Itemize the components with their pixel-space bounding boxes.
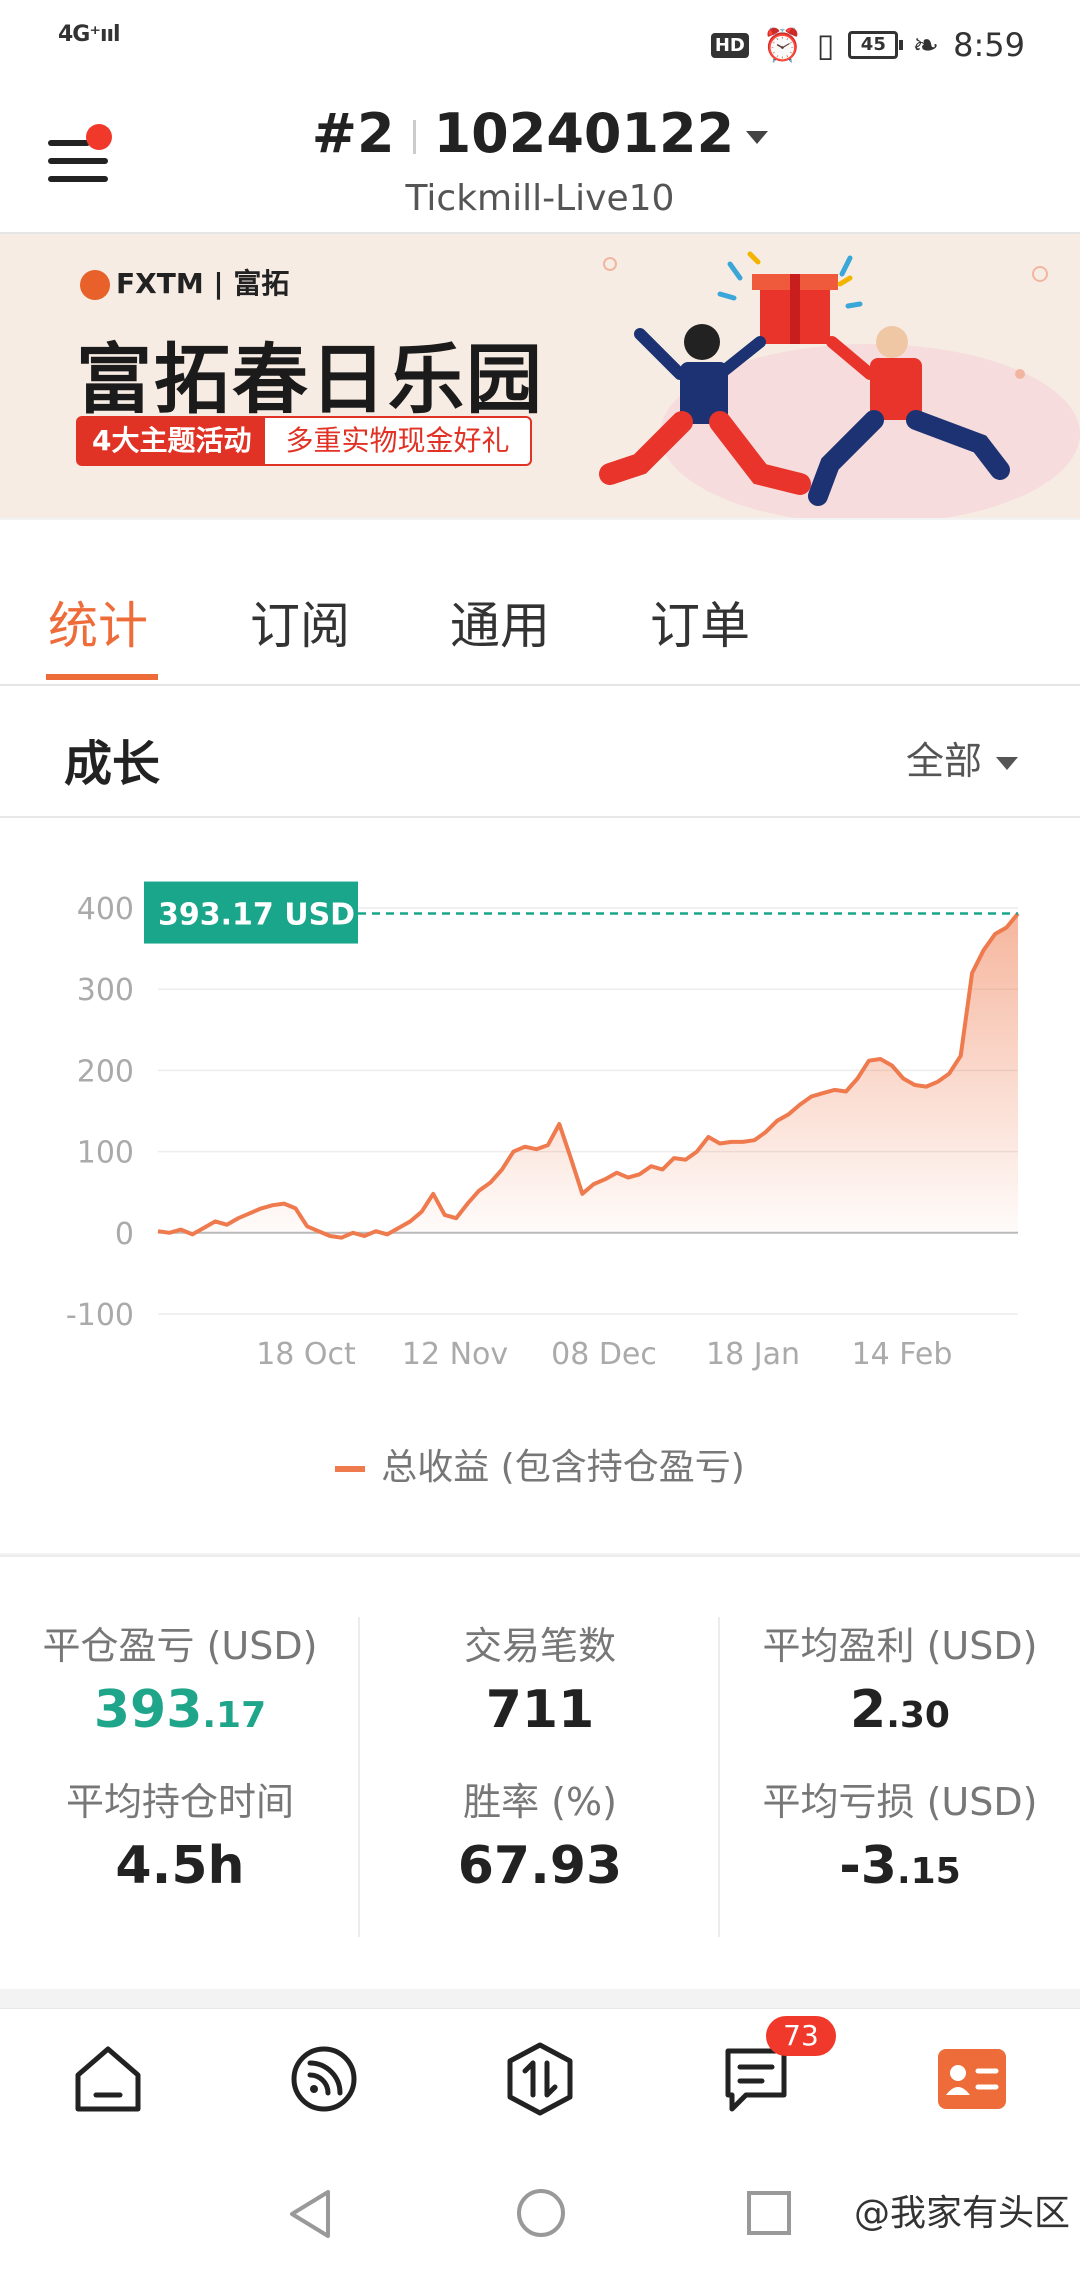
stat-label: 平均持仓时间 <box>65 1780 294 1824</box>
active-tab-indicator <box>46 674 158 680</box>
banner-tag-left: 4大主题活动 <box>78 418 266 464</box>
range-value: 全部 <box>905 739 982 783</box>
trade-icon[interactable] <box>500 2039 580 2119</box>
brand-logo: FXTM | 富拓 <box>80 262 289 302</box>
stat-value: 67.93 <box>457 1836 623 1896</box>
tab-bar: 统计 订阅 通用 订单 <box>0 520 1080 686</box>
stats-panel: 平仓盈亏 (USD) 393.17 交易笔数 711 平均盈利 (USD) 2.… <box>0 1555 1080 1989</box>
x-axis: 18 Oct 12 Nov 08 Dec 18 Jan 14 Feb <box>256 1337 952 1372</box>
y-tick-label: 200 <box>77 1054 134 1089</box>
clock: 8:59 <box>953 26 1025 64</box>
banner-illustration <box>599 251 1080 518</box>
x-tick-label: 12 Nov <box>402 1337 508 1372</box>
stat-value: 711 <box>485 1680 595 1740</box>
promo-banner[interactable]: FXTM | 富拓 富拓春日乐园 4大主题活动 多重实物现金好礼 <box>0 234 1080 518</box>
alarm-icon: ⏰ <box>762 26 803 64</box>
stat-win-rate: 胜率 (%) 67.93 <box>360 1771 720 1896</box>
tab-subscribe[interactable]: 订阅 <box>250 586 350 658</box>
range-dropdown[interactable]: 全部 <box>906 730 1018 785</box>
stat-label: 胜率 (%) <box>463 1780 617 1824</box>
status-bar: 4G⁺ııl HD ⏰ ▯ 45 ❧ 8:59 <box>0 0 1080 90</box>
stat-avg-loss: 平均亏损 (USD) -3.15 <box>720 1771 1080 1896</box>
section-title: 成长 <box>64 736 161 792</box>
bottom-navigation <box>0 2008 1080 2149</box>
stat-value: 2.30 <box>850 1680 950 1740</box>
account-id: #2 <box>311 102 395 165</box>
stat-trade-count: 交易笔数 711 <box>360 1615 720 1740</box>
battery-icon: 45 <box>848 31 904 59</box>
stat-label: 平均盈利 (USD) <box>762 1624 1038 1668</box>
brand-text: FXTM | 富拓 <box>116 267 290 300</box>
stat-label: 交易笔数 <box>463 1624 616 1668</box>
chart-canvas: 400 300 200 100 0 -100 18 Oct 12 Nov 08 Dec 18 J… <box>66 881 1020 1372</box>
hd-icon: HD <box>710 32 749 58</box>
stat-closed-pnl: 平仓盈亏 (USD) 393.17 <box>0 1615 360 1740</box>
account-number: 10240122 <box>433 102 735 165</box>
banner-tagline: 4大主题活动 多重实物现金好礼 <box>76 416 532 466</box>
watermark: @我家有头区 <box>853 2193 1070 2234</box>
chevron-down-icon <box>746 130 769 144</box>
home-icon[interactable] <box>68 2039 148 2119</box>
y-tick-label: 300 <box>77 973 134 1008</box>
app-header: #2 10240122 Tickmill-Live10 <box>0 90 1080 234</box>
y-tick-label: 0 <box>115 1217 134 1252</box>
y-tick-label: 400 <box>77 892 134 927</box>
x-tick-label: 18 Oct <box>256 1337 356 1372</box>
leaf-icon: ❧ <box>912 26 940 64</box>
current-value-label: 393.17 USD <box>158 898 355 933</box>
y-axis: 400 300 200 100 0 -100 <box>66 892 134 1333</box>
growth-header: 成长 全部 <box>0 686 1080 818</box>
chevron-down-icon <box>996 757 1018 770</box>
unread-badge: 73 <box>766 2016 836 2056</box>
x-tick-label: 18 Jan <box>706 1337 800 1372</box>
back-icon[interactable] <box>284 2186 334 2242</box>
vibrate-icon: ▯ <box>816 26 835 64</box>
home-circle-icon[interactable] <box>514 2186 568 2240</box>
chart-legend[interactable]: 总收益 (包含持仓盈亏) <box>0 1438 1080 1490</box>
status-icons: HD ⏰ ▯ 45 ❧ 8:59 <box>710 22 1025 68</box>
stat-avg-profit: 平均盈利 (USD) 2.30 <box>720 1615 1080 1740</box>
stat-label: 平均亏损 (USD) <box>762 1780 1038 1824</box>
banner-title: 富拓春日乐园 <box>76 335 544 424</box>
stat-value: -3.15 <box>839 1836 961 1896</box>
stat-value: 393.17 <box>93 1680 267 1740</box>
fxtm-logo-icon <box>80 270 110 300</box>
stat-avg-hold-time: 平均持仓时间 4.5h <box>0 1771 360 1896</box>
y-tick-label: 100 <box>77 1136 134 1171</box>
banner-tag-right: 多重实物现金好礼 <box>285 424 510 457</box>
y-tick-label: -100 <box>66 1298 134 1333</box>
growth-chart: 400 300 200 100 0 -100 18 Oct 12 Nov 08 Dec 18 J… <box>0 818 1080 1553</box>
tab-orders[interactable]: 订单 <box>650 586 750 658</box>
server-name: Tickmill-Live10 <box>405 178 675 219</box>
stat-label: 平仓盈亏 (USD) <box>42 1624 318 1668</box>
profile-card-icon[interactable] <box>932 2039 1012 2119</box>
stat-value: 4.5h <box>115 1836 245 1896</box>
legend-swatch <box>335 1466 366 1472</box>
signal-feed-icon[interactable] <box>284 2039 364 2119</box>
tab-general[interactable]: 通用 <box>450 586 550 658</box>
legend-label: 总收益 (包含持仓盈亏) <box>381 1447 745 1488</box>
account-selector[interactable]: #2 10240122 <box>0 102 1080 165</box>
x-tick-label: 14 Feb <box>852 1337 953 1372</box>
signal-indicator: 4G⁺ııl <box>58 22 121 47</box>
x-tick-label: 08 Dec <box>551 1337 657 1372</box>
tab-statistics[interactable]: 统计 <box>48 586 148 658</box>
recents-icon[interactable] <box>744 2188 794 2238</box>
